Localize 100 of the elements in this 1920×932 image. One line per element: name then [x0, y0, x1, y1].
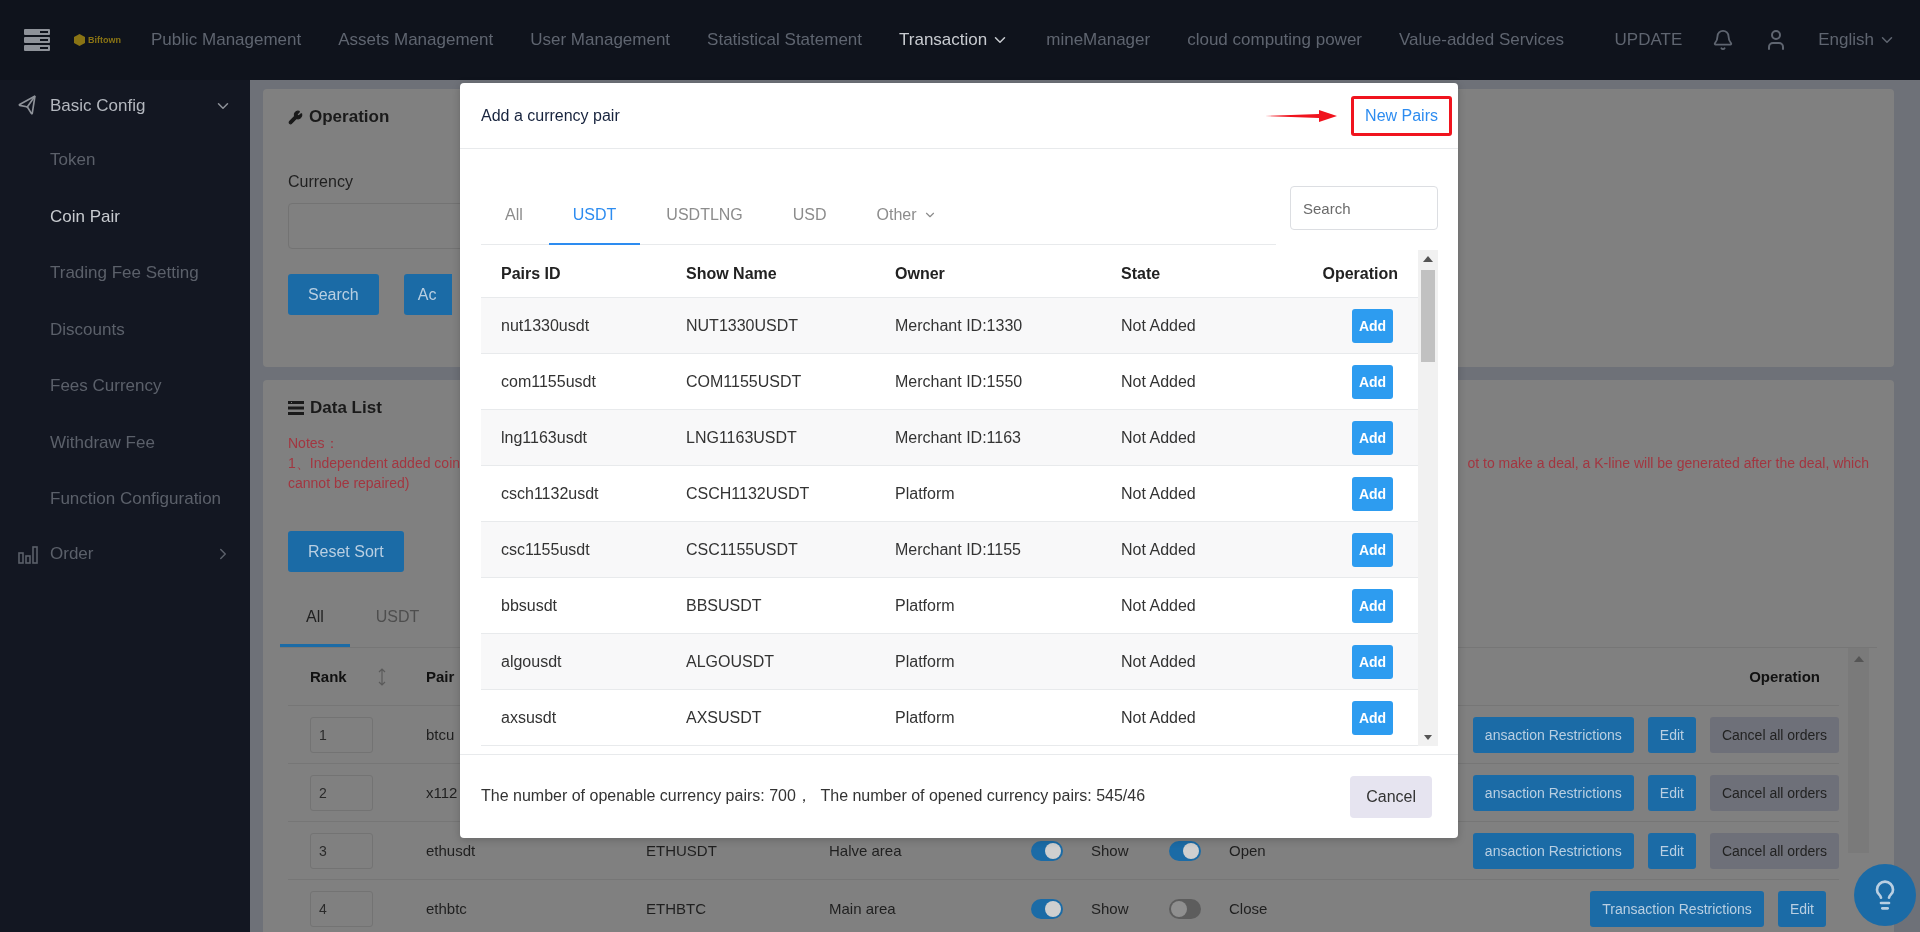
add-button[interactable]: Add [1352, 532, 1393, 567]
action-button[interactable]: Cancel all orders [1709, 716, 1839, 753]
tab[interactable]: All [280, 589, 350, 647]
column-header: Rank [310, 668, 347, 685]
sidebar-item[interactable]: Fees Currency [0, 358, 250, 415]
table-cell-text: Open [1229, 842, 1267, 859]
tab[interactable]: Other [852, 186, 961, 245]
wrench-icon [288, 109, 303, 125]
nav-item[interactable]: Value-added Services [1399, 30, 1565, 50]
nav-item[interactable]: Transaction [899, 30, 1010, 50]
table-cell-text: Merchant ID:1330 [895, 316, 1024, 335]
server-icon[interactable] [24, 29, 50, 51]
add-button[interactable]: Add [1352, 364, 1393, 399]
table-cell-text: axsusdt [501, 708, 558, 727]
action-button[interactable]: Cancel all orders [1709, 832, 1839, 869]
panel-title: Data List [310, 398, 382, 418]
add-button[interactable]: Ac [403, 274, 452, 315]
sidebar-item[interactable]: Trading Fee Setting [0, 245, 250, 302]
table-cell-text: ETHBTC [646, 900, 707, 917]
sidebar-item[interactable]: Discounts [0, 301, 250, 358]
cancel-button[interactable]: Cancel [1350, 775, 1432, 818]
action-button[interactable]: Edit [1647, 716, 1696, 753]
nav-item[interactable]: Assets Management [338, 30, 494, 50]
action-button[interactable]: ansaction Restrictions [1472, 774, 1634, 811]
tab[interactable]: USD [768, 186, 851, 245]
hexagon-icon [74, 34, 85, 46]
table-cell-text: Not Added [1121, 316, 1197, 335]
update-link[interactable]: UPDATE [1614, 30, 1683, 50]
add-button[interactable]: Add [1352, 476, 1393, 511]
table-cell-text: Show [1091, 842, 1130, 859]
table-cell-text: CSC1155USDT [686, 540, 799, 559]
nav-item[interactable]: cloud computing power [1187, 30, 1362, 50]
action-button[interactable]: ansaction Restrictions [1472, 832, 1634, 869]
nav-item[interactable]: Public Management [151, 30, 302, 50]
column-header: Owner [895, 264, 946, 283]
table-cell-text: Merchant ID:1155 [895, 540, 1022, 559]
table-cell-text: Not Added [1121, 484, 1197, 503]
table-cell-text: Main area [829, 900, 897, 917]
scrollbar[interactable] [1848, 648, 1869, 853]
table-cell-text: NUT1330USDT [686, 316, 800, 335]
sidebar-group[interactable]: Order [50, 543, 202, 564]
table-cell-text: COM1155USDT [686, 372, 803, 391]
note-text: 1、Independent added coin [288, 454, 461, 473]
sidebar-item[interactable]: Token [0, 132, 250, 189]
toggle-switch[interactable] [1031, 840, 1063, 861]
table-cell-text: ethusdt [426, 842, 477, 859]
table-cell: btcu [426, 726, 455, 743]
table-cell-text: Not Added [1121, 596, 1197, 615]
table-cell-text: ETHUSDT [646, 842, 718, 859]
sidebar-group[interactable]: Basic Config [50, 96, 202, 116]
rank-field[interactable]: 4 [310, 890, 373, 927]
logo-text: Biftown [88, 35, 121, 45]
table-cell-text: ethbtc [426, 900, 468, 917]
table-cell-text: Platform [895, 708, 956, 727]
reset-sort-button[interactable]: Reset Sort [288, 531, 404, 572]
column-header: Pairs ID [501, 264, 562, 283]
column-header: Pair [426, 668, 455, 685]
toggle-switch[interactable] [1169, 898, 1201, 919]
nav-item[interactable]: mineManager [1046, 30, 1151, 50]
table-cell-text: Not Added [1121, 540, 1197, 559]
add-button[interactable]: Add [1352, 700, 1393, 735]
language-selector[interactable]: English [1818, 30, 1896, 50]
sidebar-item[interactable]: Coin Pair [0, 188, 250, 245]
sidebar-item[interactable]: Function Configuration [0, 471, 250, 528]
table-cell: x112 [426, 784, 458, 801]
add-button[interactable]: Add [1352, 420, 1393, 455]
rank-field[interactable]: 3 [310, 832, 373, 869]
toggle-knob [1171, 900, 1187, 917]
scrollbar[interactable] [1418, 250, 1438, 746]
action-button[interactable]: Edit [1647, 832, 1696, 869]
nav-item[interactable]: User Management [530, 30, 671, 50]
toggle-switch[interactable] [1169, 840, 1201, 861]
tab[interactable]: USDT [548, 186, 641, 245]
search-button[interactable]: Search [288, 274, 379, 315]
toggle-switch[interactable] [1031, 898, 1063, 919]
list-icon [288, 401, 304, 415]
rank-field[interactable]: 2 [310, 774, 373, 811]
action-button[interactable]: Transaction Restrictions [1590, 890, 1764, 927]
bell-icon[interactable] [1712, 29, 1735, 51]
add-button[interactable]: Add [1352, 588, 1393, 623]
action-button[interactable]: Edit [1647, 774, 1696, 811]
table-cell-text: algousdt [501, 652, 563, 671]
toggle-knob [1045, 842, 1061, 859]
new-pairs-link[interactable]: New Pairs [1351, 95, 1452, 136]
add-button[interactable]: Add [1352, 308, 1393, 343]
rank-field[interactable]: 1 [310, 716, 373, 753]
table-cell-text: ALGOUSDT [686, 652, 775, 671]
nav-item[interactable]: Statistical Statement [707, 30, 863, 50]
search-field[interactable]: Search [1290, 186, 1438, 230]
action-button[interactable]: ansaction Restrictions [1472, 716, 1634, 753]
tab[interactable]: All [481, 186, 547, 245]
table-cell-text: Merchant ID:1163 [895, 428, 1022, 447]
column-header: Operation [1749, 668, 1820, 685]
action-button[interactable]: Cancel all orders [1709, 774, 1839, 811]
add-button[interactable]: Add [1352, 644, 1393, 679]
sidebar-item[interactable]: Withdraw Fee [0, 414, 250, 471]
action-button[interactable]: Edit [1777, 890, 1826, 927]
note-text: cannot be repaired) [288, 475, 410, 491]
tab[interactable]: USDTLNG [642, 186, 767, 245]
column-header: Operation [1322, 264, 1398, 283]
